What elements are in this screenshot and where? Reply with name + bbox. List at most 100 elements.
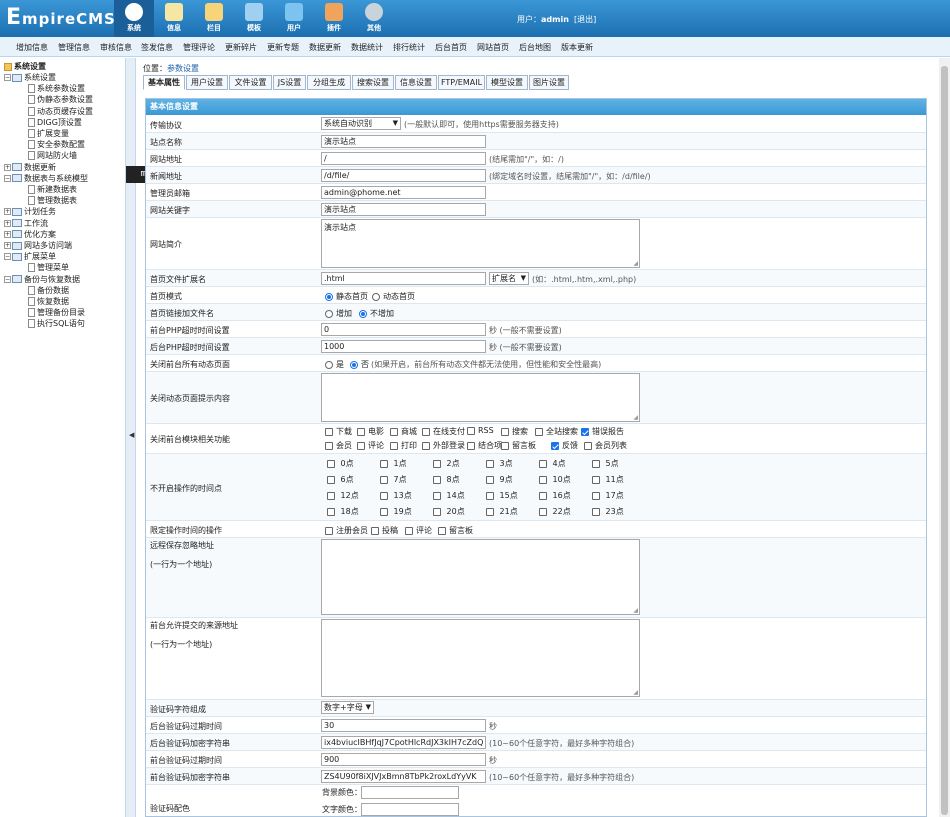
- checkbox-unchecked[interactable]: [539, 491, 547, 500]
- topnav-folder[interactable]: 栏目: [194, 0, 234, 37]
- tree-item[interactable]: 扩展变量: [28, 128, 69, 139]
- hour-checkbox[interactable]: 5点: [592, 458, 619, 469]
- module-checkbox[interactable]: 评论: [357, 440, 384, 451]
- site-url-input[interactable]: /: [321, 152, 486, 165]
- hour-checkbox[interactable]: 20点: [433, 506, 465, 517]
- checkbox-unchecked[interactable]: [539, 459, 547, 468]
- module-checkbox[interactable]: 搜索: [501, 426, 528, 437]
- module-checkbox[interactable]: 会员列表: [584, 440, 627, 451]
- tab-3[interactable]: JS设置: [273, 75, 306, 90]
- quick-menu-item[interactable]: 更新碎片: [225, 42, 257, 53]
- quick-menu-item[interactable]: 管理信息: [58, 42, 90, 53]
- checkbox-unchecked[interactable]: [325, 441, 333, 450]
- checkbox-unchecked[interactable]: [327, 459, 335, 468]
- hour-checkbox[interactable]: 14点: [433, 490, 465, 501]
- checkbox-unchecked[interactable]: [422, 441, 430, 450]
- close-tip-textarea[interactable]: ◢: [321, 373, 640, 422]
- back-captcha-key-input[interactable]: ix4bviucIBHfJqJ7CpotHlcRdJX3kIH7cZdQ: [321, 736, 486, 749]
- expand-icon[interactable]: +: [4, 242, 11, 249]
- checkbox-unchecked[interactable]: [325, 427, 333, 436]
- hour-checkbox[interactable]: 13点: [380, 490, 412, 501]
- checkbox-unchecked[interactable]: [486, 507, 494, 516]
- bg-color-input[interactable]: [361, 786, 459, 799]
- hour-checkbox[interactable]: 8点: [433, 474, 460, 485]
- tab-5[interactable]: 搜索设置: [352, 75, 394, 90]
- module-checkbox[interactable]: 外部登录: [422, 440, 465, 451]
- hour-checkbox[interactable]: 23点: [592, 506, 624, 517]
- checkbox-unchecked[interactable]: [467, 441, 475, 450]
- hour-checkbox[interactable]: 10点: [539, 474, 571, 485]
- ext-select[interactable]: 扩展名 ▼: [489, 272, 529, 285]
- topnav-user[interactable]: 用户: [274, 0, 314, 37]
- quick-menu-item[interactable]: 排行统计: [393, 42, 425, 53]
- limit-op-checkbox[interactable]: 留言板: [438, 525, 473, 536]
- tree-item[interactable]: 网站防火墙: [28, 150, 77, 161]
- tree-item[interactable]: 新建数据表: [28, 184, 77, 195]
- quick-menu-item[interactable]: 数据统计: [351, 42, 383, 53]
- scrollbar-thumb[interactable]: [941, 66, 948, 815]
- quick-menu-item[interactable]: 后台地图: [519, 42, 551, 53]
- quick-menu-item[interactable]: 审核信息: [100, 42, 132, 53]
- resize-grip-icon[interactable]: ◢: [633, 414, 638, 421]
- hour-checkbox[interactable]: 4点: [539, 458, 566, 469]
- tab-2[interactable]: 文件设置: [229, 75, 272, 90]
- checkbox-unchecked[interactable]: [501, 441, 509, 450]
- limit-op-checkbox[interactable]: 投稿: [371, 525, 398, 536]
- expand-icon[interactable]: +: [4, 230, 11, 238]
- collapse-icon[interactable]: −: [4, 174, 11, 182]
- hour-checkbox[interactable]: 15点: [486, 490, 518, 501]
- back-timeout-input[interactable]: 1000: [321, 340, 486, 353]
- tree-item[interactable]: 管理备份目录: [28, 307, 85, 318]
- quick-menu-item[interactable]: 后台首页: [435, 42, 467, 53]
- front-captcha-expire-input[interactable]: 900: [321, 753, 486, 766]
- checkbox-unchecked[interactable]: [486, 475, 494, 484]
- module-checkbox[interactable]: 在线支付: [422, 426, 465, 437]
- index-link-option[interactable]: 增加: [325, 308, 352, 319]
- quick-menu-item[interactable]: 签发信息: [141, 42, 173, 53]
- radio-unchecked[interactable]: [372, 292, 380, 301]
- scrollbar[interactable]: [939, 58, 950, 817]
- checkbox-unchecked[interactable]: [433, 459, 441, 468]
- checkbox-unchecked[interactable]: [327, 475, 335, 484]
- checkbox-unchecked[interactable]: [357, 441, 365, 450]
- hour-checkbox[interactable]: 6点: [327, 474, 354, 485]
- collapse-arrow-icon[interactable]: ◀: [129, 431, 134, 439]
- tree-group[interactable]: + 网站多访问端: [4, 240, 72, 251]
- checkbox-unchecked[interactable]: [539, 507, 547, 516]
- module-checkbox[interactable]: 错误报告: [581, 426, 624, 437]
- checkbox-unchecked[interactable]: [357, 427, 365, 436]
- tree-item[interactable]: 管理数据表: [28, 195, 77, 206]
- hour-checkbox[interactable]: 19点: [380, 506, 412, 517]
- allowed-sources-textarea[interactable]: ◢: [321, 619, 640, 697]
- module-checkbox[interactable]: 结合项: [467, 440, 502, 451]
- hour-checkbox[interactable]: 22点: [539, 506, 571, 517]
- checkbox-unchecked[interactable]: [535, 427, 543, 436]
- tree-item[interactable]: 管理菜单: [28, 262, 69, 273]
- checkbox-unchecked[interactable]: [390, 441, 398, 450]
- hour-checkbox[interactable]: 2点: [433, 458, 460, 469]
- topnav-template[interactable]: 模板: [234, 0, 274, 37]
- checkbox-unchecked[interactable]: [422, 427, 430, 436]
- tree-item[interactable]: 执行SQL语句: [28, 318, 85, 329]
- module-checkbox[interactable]: 电影: [357, 426, 384, 437]
- checkbox-unchecked[interactable]: [433, 491, 441, 500]
- checkbox-unchecked[interactable]: [467, 426, 475, 435]
- tree-item[interactable]: DIGG顶设置: [28, 117, 82, 128]
- checkbox-unchecked[interactable]: [327, 491, 335, 500]
- tree-root[interactable]: 系统设置: [4, 61, 46, 72]
- expand-icon[interactable]: +: [4, 163, 11, 171]
- module-checkbox[interactable]: 留言板: [501, 440, 536, 451]
- tab-0[interactable]: 基本属性: [143, 75, 185, 90]
- index-mode-option[interactable]: 动态首页: [372, 291, 415, 302]
- hour-checkbox[interactable]: 11点: [592, 474, 624, 485]
- checkbox-unchecked[interactable]: [371, 526, 379, 535]
- radio-checked[interactable]: [325, 292, 333, 301]
- checkbox-checked[interactable]: [581, 427, 589, 436]
- module-checkbox[interactable]: 下载: [325, 426, 352, 437]
- radio-checked[interactable]: [350, 360, 358, 369]
- quick-menu-item[interactable]: 网站首页: [477, 42, 509, 53]
- resize-grip-icon[interactable]: ◢: [633, 260, 638, 267]
- tree-group[interactable]: + 数据更新: [4, 162, 56, 173]
- index-ext-input[interactable]: .html: [321, 272, 486, 285]
- module-checkbox[interactable]: 反馈: [551, 440, 578, 451]
